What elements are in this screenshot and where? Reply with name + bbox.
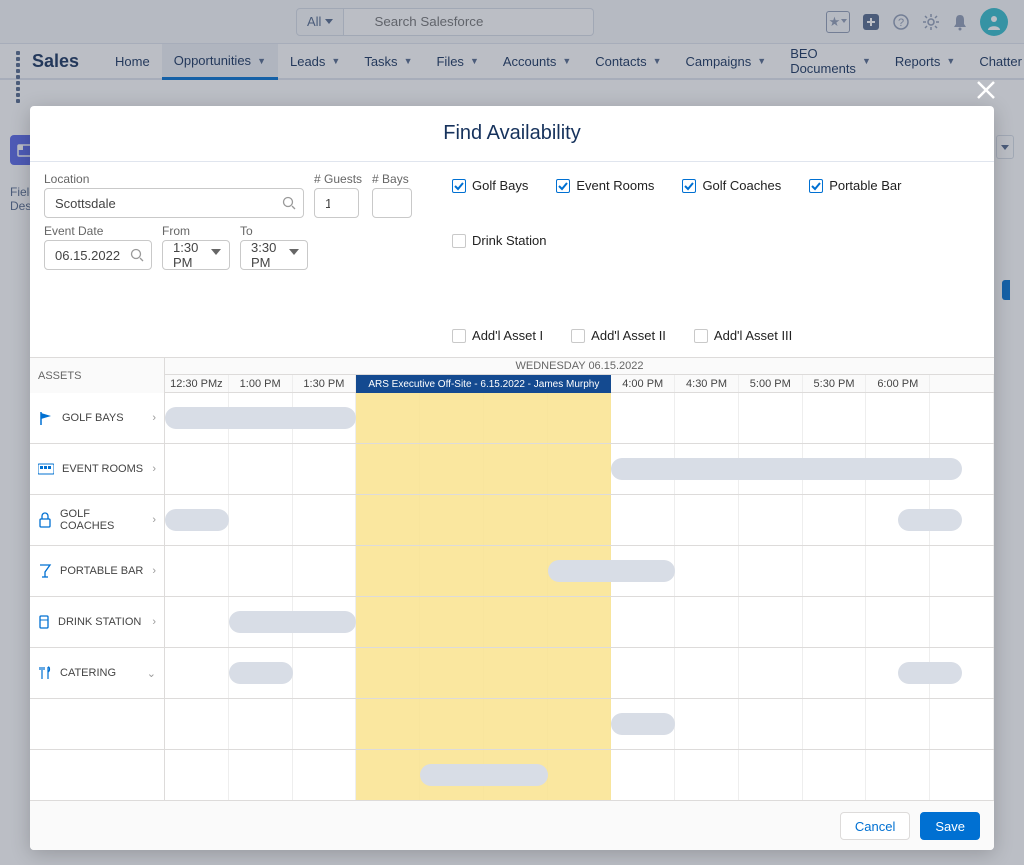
asset-check-add-l-asset-iii[interactable]: Add'l Asset III [694, 328, 792, 343]
close-modal-button[interactable] [976, 80, 996, 100]
asset-check-add-l-asset-i[interactable]: Add'l Asset I [452, 328, 543, 343]
guests-label: # Guests [314, 172, 362, 186]
asset-check-golf-coaches[interactable]: Golf Coaches [682, 178, 781, 193]
guests-input[interactable] [314, 188, 359, 218]
flag-icon [38, 410, 54, 426]
asset-row: PORTABLE BAR› [30, 546, 994, 597]
asset-row: CATERING⌄ [30, 648, 994, 699]
asset-row [30, 699, 994, 750]
asset-row [30, 750, 994, 801]
asset-row-label[interactable]: EVENT ROOMS› [30, 444, 165, 494]
asset-row-label[interactable]: GOLF COACHES› [30, 495, 165, 545]
modal-title: Find Availability [30, 106, 994, 162]
time-col: 5:00 PM [739, 375, 803, 392]
selected-time-range [356, 393, 611, 443]
chevron-right-icon: › [152, 565, 156, 577]
caret-down-icon [289, 249, 299, 255]
asset-row-label[interactable]: GOLF BAYS› [30, 393, 165, 443]
asset-row: GOLF COACHES› [30, 495, 994, 546]
asset-row: EVENT ROOMS› [30, 444, 994, 495]
booked-chip[interactable] [548, 560, 676, 582]
time-col: 5:30 PM [803, 375, 867, 392]
event-date-input[interactable] [44, 240, 152, 270]
selected-time-range [356, 699, 611, 749]
booking-header-chip: ARS Executive Off-Site - 6.15.2022 - Jam… [356, 375, 611, 393]
location-label: Location [44, 172, 304, 186]
booked-chip[interactable] [229, 611, 357, 633]
asset-row: GOLF BAYS› [30, 393, 994, 444]
fork-icon [38, 665, 52, 681]
asset-check-golf-bays[interactable]: Golf Bays [452, 178, 528, 193]
asset-row-label[interactable]: CATERING⌄ [30, 648, 165, 698]
selected-time-range [356, 444, 611, 494]
booked-chip[interactable] [898, 509, 962, 531]
asset-row-label[interactable]: PORTABLE BAR› [30, 546, 165, 596]
asset-check-drink-station[interactable]: Drink Station [452, 233, 546, 248]
asset-check-event-rooms[interactable]: Event Rooms [556, 178, 654, 193]
time-col: 1:30 PM [293, 375, 357, 392]
save-button[interactable]: Save [920, 812, 980, 840]
grid-date-header: WEDNESDAY 06.15.2022 [165, 358, 994, 375]
asset-check-portable-bar[interactable]: Portable Bar [809, 178, 901, 193]
asset-row-label[interactable]: DRINK STATION› [30, 597, 165, 647]
room-icon [38, 463, 54, 475]
time-col [930, 375, 994, 392]
time-col: 4:00 PM [611, 375, 675, 392]
time-col: 6:00 PM [866, 375, 930, 392]
chevron-right-icon: › [152, 616, 156, 628]
booked-chip[interactable] [229, 662, 293, 684]
selected-time-range [356, 597, 611, 647]
cancel-button[interactable]: Cancel [840, 812, 910, 840]
drink-icon [38, 563, 52, 579]
selected-time-range [356, 648, 611, 698]
assets-header: ASSETS [30, 358, 165, 393]
from-label: From [162, 224, 230, 238]
booked-chip[interactable] [420, 764, 548, 786]
asset-row: DRINK STATION› [30, 597, 994, 648]
booked-chip[interactable] [165, 407, 356, 429]
bays-input[interactable] [372, 188, 412, 218]
asset-row-label [30, 699, 165, 749]
chevron-right-icon: › [152, 463, 156, 475]
availability-grid: ASSETS WEDNESDAY 06.15.2022 12:30 PMz1:0… [30, 357, 994, 801]
bays-label: # Bays [372, 172, 412, 186]
booked-chip[interactable] [165, 509, 229, 531]
event-date-label: Event Date [44, 224, 152, 238]
time-col: 12:30 PMz [165, 375, 229, 392]
chevron-right-icon: › [152, 412, 156, 424]
from-select[interactable]: 1:30 PM [162, 240, 230, 270]
find-availability-modal: Find Availability Location # Guests # Ba… [30, 106, 994, 850]
asset-row-label [30, 750, 165, 800]
time-col: 1:00 PM [229, 375, 293, 392]
selected-time-range [356, 495, 611, 545]
chevron-right-icon: › [152, 514, 156, 526]
asset-check-add-l-asset-ii[interactable]: Add'l Asset II [571, 328, 666, 343]
caret-down-icon [211, 249, 221, 255]
location-input[interactable] [44, 188, 304, 218]
lock-icon [38, 512, 52, 528]
booked-chip[interactable] [611, 458, 962, 480]
to-label: To [240, 224, 308, 238]
chevron-down-icon: ⌄ [147, 667, 156, 680]
cup-icon [38, 614, 50, 630]
time-col: 4:30 PM [675, 375, 739, 392]
booked-chip[interactable] [898, 662, 962, 684]
booked-chip[interactable] [611, 713, 675, 735]
to-select[interactable]: 3:30 PM [240, 240, 308, 270]
